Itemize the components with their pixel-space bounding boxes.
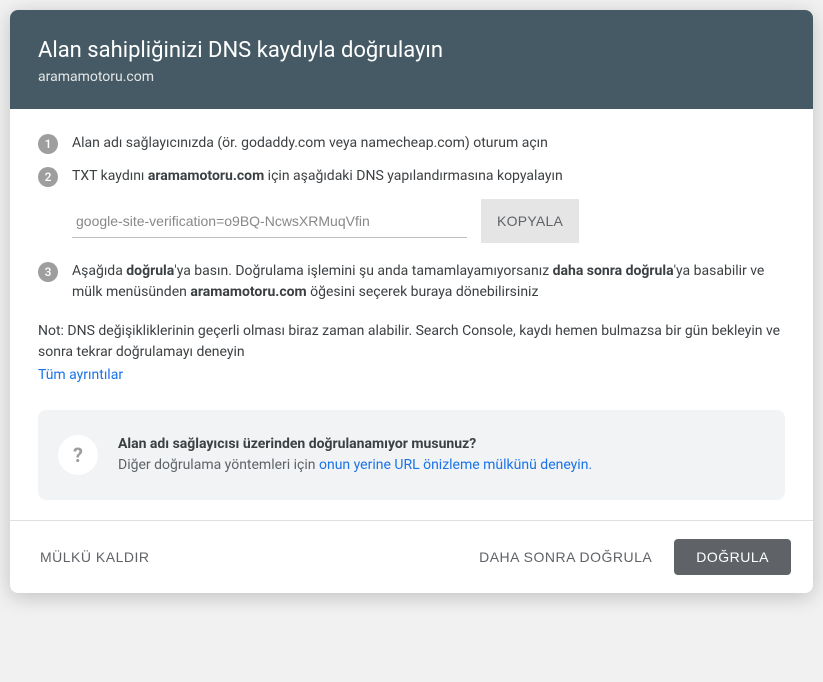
step-2: 2 TXT kaydını aramamotoru.com için aşağı… — [38, 166, 785, 187]
info-content: Alan adı sağlayıcısı üzerinden doğrulana… — [118, 434, 592, 476]
modal-footer: MÜLKÜ KALDIR DAHA SONRA DOĞRULA DOĞRULA — [10, 520, 813, 593]
help-icon: ? — [73, 443, 83, 467]
note-text: Not: DNS değişikliklerinin geçerli olmas… — [38, 323, 780, 360]
modal-header: Alan sahipliğinizi DNS kaydıyla doğrulay… — [10, 10, 813, 109]
modal-body: 1 Alan adı sağlayıcınızda (ör. godaddy.c… — [10, 109, 813, 520]
txt-record-input[interactable] — [72, 205, 467, 238]
info-desc: Diğer doğrulama yöntemleri için onun yer… — [118, 455, 592, 476]
url-prefix-link[interactable]: onun yerine URL önizleme mülkünü deneyin… — [319, 457, 592, 473]
step-2-number: 2 — [38, 167, 58, 187]
txt-record-row: KOPYALA — [72, 199, 785, 243]
step-3: 3 Aşağıda doğrula'ya basın. Doğrulama iş… — [38, 261, 785, 303]
step-3-b3: aramamotoru.com — [190, 284, 306, 300]
help-icon-wrapper: ? — [58, 435, 98, 475]
info-title: Alan adı sağlayıcısı üzerinden doğrulana… — [118, 434, 592, 455]
modal-subtitle: aramamotoru.com — [38, 69, 785, 85]
verify-button[interactable]: DOĞRULA — [674, 539, 791, 575]
step-3-number: 3 — [38, 262, 58, 282]
copy-button[interactable]: KOPYALA — [481, 199, 579, 243]
step-1: 1 Alan adı sağlayıcınızda (ör. godaddy.c… — [38, 133, 785, 154]
step-2-domain: aramamotoru.com — [148, 168, 264, 184]
step-3-text: Aşağıda doğrula'ya basın. Doğrulama işle… — [72, 261, 785, 303]
step-3-p4: öğesini seçerek buraya dönebilirsiniz — [307, 284, 539, 300]
verify-later-button[interactable]: DAHA SONRA DOĞRULA — [471, 541, 660, 573]
step-1-number: 1 — [38, 134, 58, 154]
step-3-b1: doğrula — [126, 263, 174, 279]
note-section: Not: DNS değişikliklerinin geçerli olmas… — [38, 321, 785, 386]
step-3-p1: Aşağıda — [72, 263, 126, 279]
footer-right: DAHA SONRA DOĞRULA DOĞRULA — [471, 539, 791, 575]
step-1-text: Alan adı sağlayıcınızda (ör. godaddy.com… — [72, 133, 548, 154]
footer-left: MÜLKÜ KALDIR — [32, 541, 157, 573]
step-3-p2: 'ya basın. Doğrulama işlemini şu anda ta… — [174, 263, 552, 279]
remove-property-button[interactable]: MÜLKÜ KALDIR — [32, 541, 157, 573]
step-2-pre: TXT kaydını — [72, 168, 148, 184]
modal-title: Alan sahipliğinizi DNS kaydıyla doğrulay… — [38, 38, 785, 63]
step-2-text: TXT kaydını aramamotoru.com için aşağıda… — [72, 166, 563, 187]
details-link[interactable]: Tüm ayrıntılar — [38, 365, 123, 386]
verification-modal: Alan sahipliğinizi DNS kaydıyla doğrulay… — [10, 10, 813, 593]
info-box: ? Alan adı sağlayıcısı üzerinden doğrula… — [38, 410, 785, 500]
step-2-post: için aşağıdaki DNS yapılandırmasına kopy… — [264, 168, 563, 184]
step-3-b2: daha sonra doğrula — [553, 263, 674, 279]
info-desc-text: Diğer doğrulama yöntemleri için — [118, 457, 319, 473]
